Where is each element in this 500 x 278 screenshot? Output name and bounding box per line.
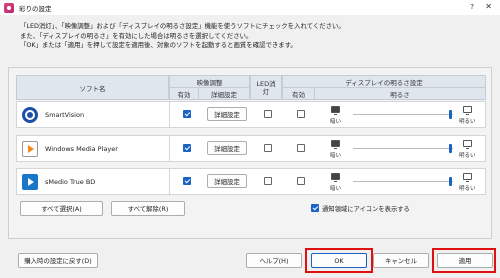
dark-label: 暗い [330,119,342,125]
software-name-cell: Windows Media Player [17,136,170,161]
software-name-cell: sMedio True BD [17,169,170,194]
led-off-checkbox[interactable] [264,177,272,185]
slider-thumb[interactable] [449,177,452,186]
dark-label: 暗い [330,186,342,192]
brightness-enabled-checkbox[interactable] [297,144,305,152]
notify-checkbox[interactable] [311,204,319,212]
light-label: 明るい [459,153,476,159]
instruction-line-3: 「OK」または「適用」を押して設定を適用後、対象のソフトを起動すると画質を確認で… [20,41,297,49]
app-icon [4,2,14,13]
brightness-slider[interactable]: 暗い 明るい [323,169,485,194]
close-icon[interactable]: ✕ [485,2,492,11]
windows-media-player-icon [22,140,38,157]
software-name: SmartVision [45,110,85,119]
instructions: 「LED消灯」、「映像調整」および「ディスプレイの明るさ設定」機能を使うソフトに… [20,22,490,51]
led-off-checkbox[interactable] [264,110,272,118]
led-off-checkbox[interactable] [264,144,272,152]
dark-monitor-icon [331,173,340,182]
table-row: sMedio True BD 詳細設定 暗い 明るい [16,168,486,195]
notify-label: 通知領域にアイコンを表示する [322,206,410,213]
light-monitor-icon [463,106,472,115]
slider-thumb[interactable] [449,144,452,153]
slider-track[interactable] [353,181,453,182]
light-monitor-icon [463,173,472,182]
dark-monitor-icon [331,106,340,115]
smartvision-icon [22,106,38,123]
deselect-all-button[interactable]: すべて解除(R) [111,201,185,216]
light-monitor-icon [463,140,472,149]
header-video-enabled: 有効 [169,87,199,100]
brightness-enabled-checkbox[interactable] [297,177,305,185]
slider-track[interactable] [353,148,453,149]
detail-settings-button[interactable]: 詳細設定 [207,141,247,155]
header-software: ソフト名 [16,75,169,100]
table-row: Windows Media Player 詳細設定 暗い 明るい [16,135,486,162]
dark-monitor-icon [331,140,340,149]
settings-panel: ソフト名 映像調整 有効 詳細設定 LED消灯 ディスプレイの明るさ設定 有効 … [8,67,492,239]
brightness-slider[interactable]: 暗い 明るい [323,102,485,127]
software-name-cell: SmartVision [17,102,170,127]
restore-defaults-button[interactable]: 購入時の設定に戻す(D) [18,253,98,268]
header-display-enabled: 有効 [282,87,315,100]
software-name: sMedio True BD [45,177,96,186]
light-label: 明るい [459,186,476,192]
table-row: SmartVision 詳細設定 暗い 明るい [16,101,486,128]
apply-highlight-box [432,248,496,273]
select-all-button[interactable]: すべて選択(A) [20,201,103,216]
video-enabled-checkbox[interactable] [183,177,191,185]
header-video-detail: 詳細設定 [198,87,250,100]
brightness-enabled-checkbox[interactable] [297,110,305,118]
slider-thumb[interactable] [449,110,452,119]
dark-label: 暗い [330,153,342,159]
video-enabled-checkbox[interactable] [183,144,191,152]
software-name: Windows Media Player [45,144,118,153]
title-bar: 彩りの設定 ? ✕ [0,0,500,15]
header-led: LED消灯 [250,75,282,100]
header-led-label: LED消灯 [256,79,276,96]
help-icon[interactable]: ? [470,3,474,11]
window-title: 彩りの設定 [19,4,52,13]
cancel-button[interactable]: キャンセル [373,253,429,268]
video-enabled-checkbox[interactable] [183,110,191,118]
instruction-line-2: また、「ディスプレイの明るさ」を有効にした場合は明るさを選択してください。 [20,31,253,40]
instruction-line-1: 「LED消灯」、「映像調整」および「ディスプレイの明るさ設定」機能を使うソフトに… [20,22,345,30]
smedio-icon [22,173,38,190]
header-brightness: 明るさ [314,87,486,100]
ok-highlight-box [305,248,373,273]
light-label: 明るい [459,119,476,125]
detail-settings-button[interactable]: 詳細設定 [207,107,247,121]
help-button[interactable]: ヘルプ(H) [246,253,302,268]
slider-track[interactable] [353,114,453,115]
brightness-slider[interactable]: 暗い 明るい [323,136,485,161]
detail-settings-button[interactable]: 詳細設定 [207,174,247,188]
